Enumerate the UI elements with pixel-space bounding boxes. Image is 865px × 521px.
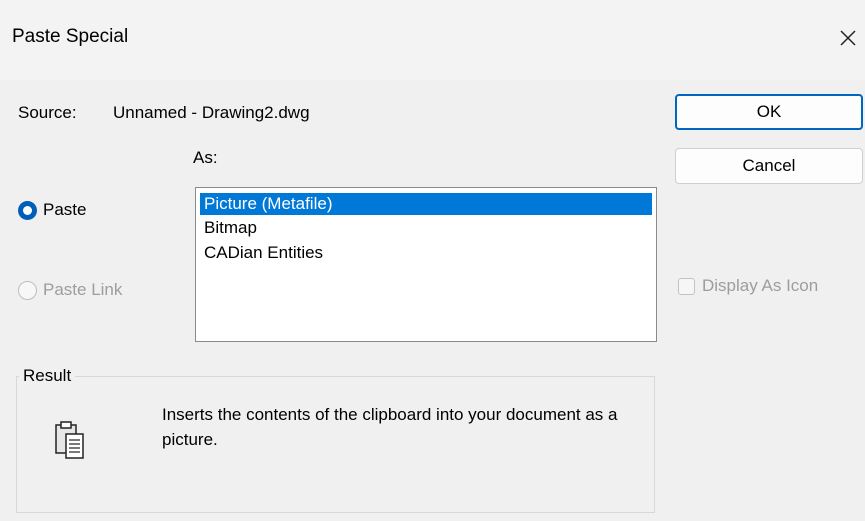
as-listbox[interactable]: Picture (Metafile) Bitmap CADian Entitie… <box>195 187 657 342</box>
checkbox-unchecked-icon <box>678 277 695 295</box>
display-as-icon-label: Display As Icon <box>702 276 819 295</box>
cancel-button[interactable]: Cancel <box>675 148 863 184</box>
close-icon <box>840 30 856 46</box>
paste-radio-label: Paste <box>43 200 87 219</box>
result-description: Inserts the contents of the clipboard in… <box>162 405 618 449</box>
close-button[interactable] <box>833 20 863 56</box>
display-as-icon-checkbox[interactable]: Display As Icon <box>678 276 818 296</box>
paste-link-radio-label: Paste Link <box>43 280 123 299</box>
list-item-bitmap[interactable]: Bitmap <box>200 217 652 239</box>
result-group-label: Result <box>19 366 76 386</box>
source-value: Unnamed - Drawing2.dwg <box>113 103 310 122</box>
ok-button-label: OK <box>756 102 782 121</box>
source-label: Source: <box>18 103 77 122</box>
cancel-button-label: Cancel <box>742 156 796 175</box>
title-bar: Paste Special <box>0 0 865 80</box>
paste-link-radio[interactable]: Paste Link <box>18 280 122 300</box>
dialog-title: Paste Special <box>12 26 129 47</box>
list-item-cadian-entities[interactable]: CADian Entities <box>200 242 652 264</box>
radio-unchecked-icon <box>18 280 37 300</box>
radio-checked-icon <box>18 200 37 220</box>
paste-radio[interactable]: Paste <box>18 200 86 220</box>
ok-button[interactable]: OK <box>675 94 863 130</box>
as-label: As: <box>193 148 218 167</box>
clipboard-picture-icon <box>55 421 84 459</box>
list-item-picture-metafile[interactable]: Picture (Metafile) <box>200 193 652 215</box>
